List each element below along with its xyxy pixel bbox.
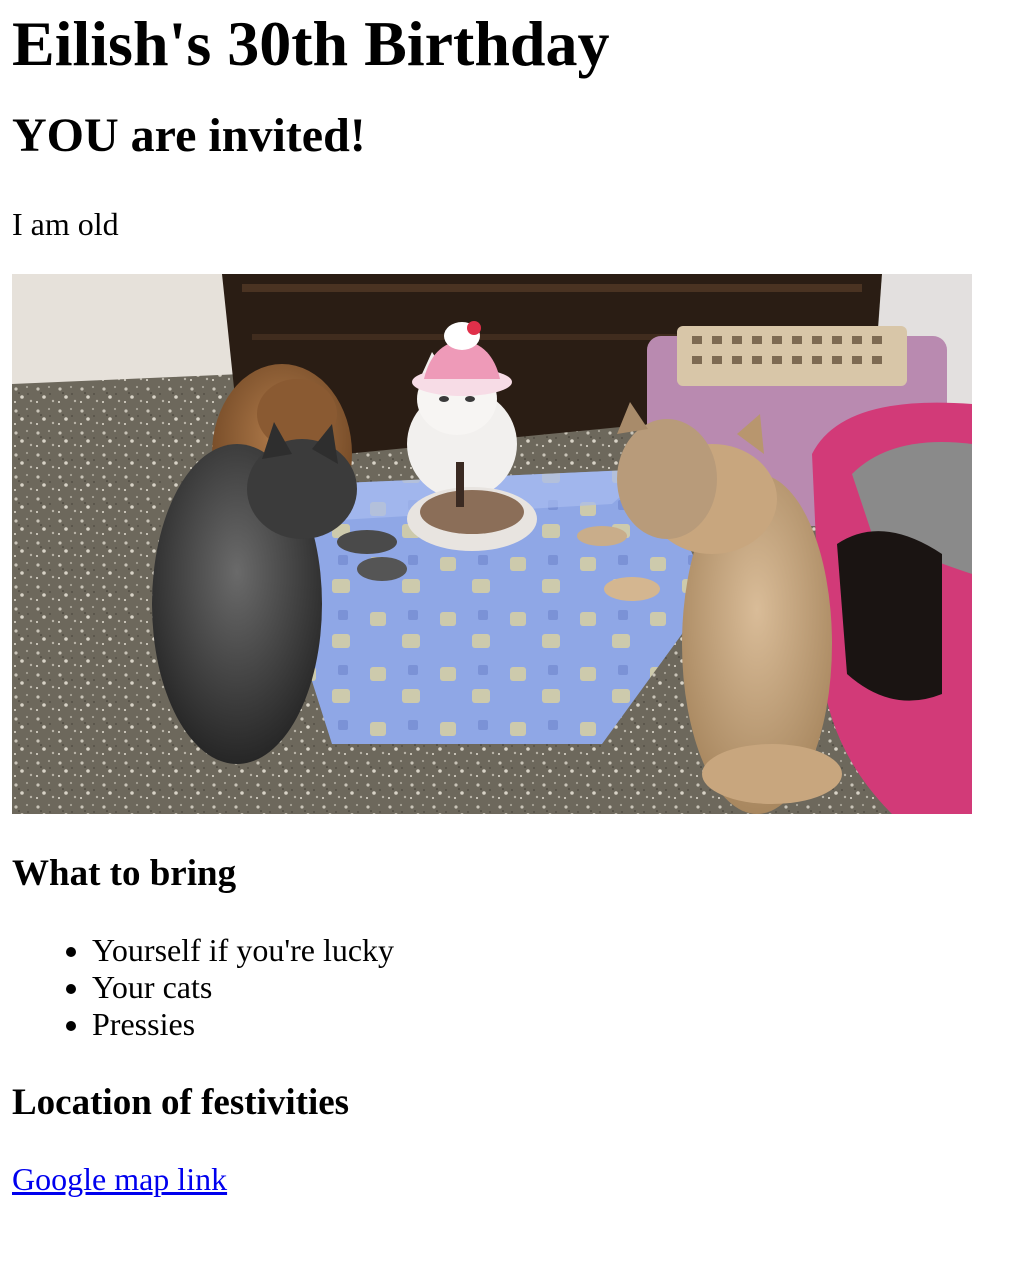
- list-item: Your cats: [92, 969, 1024, 1006]
- google-map-link[interactable]: Google map link: [12, 1161, 227, 1197]
- bring-list: Yourself if you're lucky Your cats Press…: [12, 932, 1024, 1043]
- party-cats-photo: [12, 274, 972, 814]
- bring-heading: What to bring: [12, 853, 237, 894]
- list-item: Yourself if you're lucky: [92, 932, 1024, 969]
- list-item: Pressies: [92, 1006, 1024, 1043]
- location-heading: Location of festivities: [12, 1082, 350, 1123]
- page-title: Eilish's 30th Birthday: [12, 8, 610, 79]
- tagline: I am old: [12, 206, 119, 242]
- invitation-page: Eilish's 30th Birthday YOU are invited! …: [0, 0, 1036, 1199]
- map-link-row: Google map link: [12, 1159, 1024, 1199]
- invite-subtitle: YOU are invited!: [12, 109, 366, 162]
